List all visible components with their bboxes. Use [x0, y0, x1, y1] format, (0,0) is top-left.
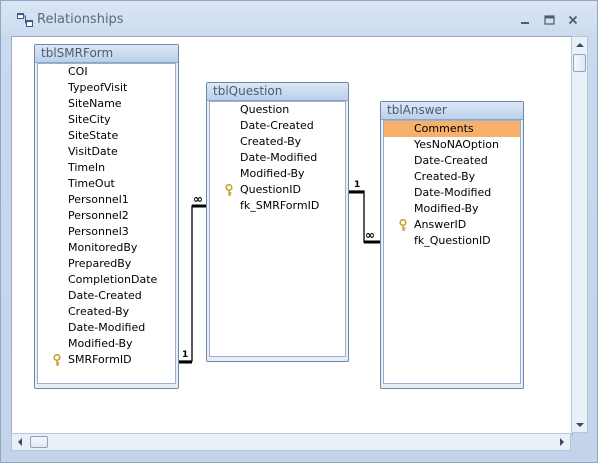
- relationship-line-smrform-question[interactable]: [179, 204, 206, 364]
- close-icon: [568, 15, 578, 25]
- relationships-icon: [17, 13, 33, 27]
- close-button[interactable]: [563, 11, 583, 29]
- maximize-icon: [543, 15, 555, 25]
- minimize-icon: [521, 22, 529, 24]
- relationships-window: Relationships tblSMRForm COI TypeofVisit S…: [0, 0, 598, 463]
- vertical-scrollbar[interactable]: [571, 36, 588, 433]
- minimize-button[interactable]: [515, 11, 535, 29]
- one-side-label: 1: [182, 350, 189, 360]
- many-side-label: ∞: [365, 228, 375, 242]
- horizontal-scrollbar[interactable]: [11, 433, 571, 451]
- relationship-lines: [179, 190, 380, 364]
- scroll-down-icon[interactable]: [575, 420, 585, 430]
- relationships-canvas[interactable]: tblSMRForm COI TypeofVisit SiteName SiteCit…: [11, 36, 573, 435]
- scroll-up-icon[interactable]: [575, 40, 585, 50]
- window-title: Relationships: [37, 12, 124, 27]
- maximize-button[interactable]: [539, 11, 559, 29]
- scroll-left-icon[interactable]: [15, 437, 25, 447]
- many-side-label: ∞: [193, 192, 203, 206]
- one-side-label: 1: [354, 180, 361, 190]
- scroll-right-icon[interactable]: [557, 437, 567, 447]
- horizontal-scroll-thumb[interactable]: [30, 436, 48, 448]
- vertical-scroll-thumb[interactable]: [573, 54, 586, 72]
- title-bar[interactable]: Relationships: [1, 1, 597, 37]
